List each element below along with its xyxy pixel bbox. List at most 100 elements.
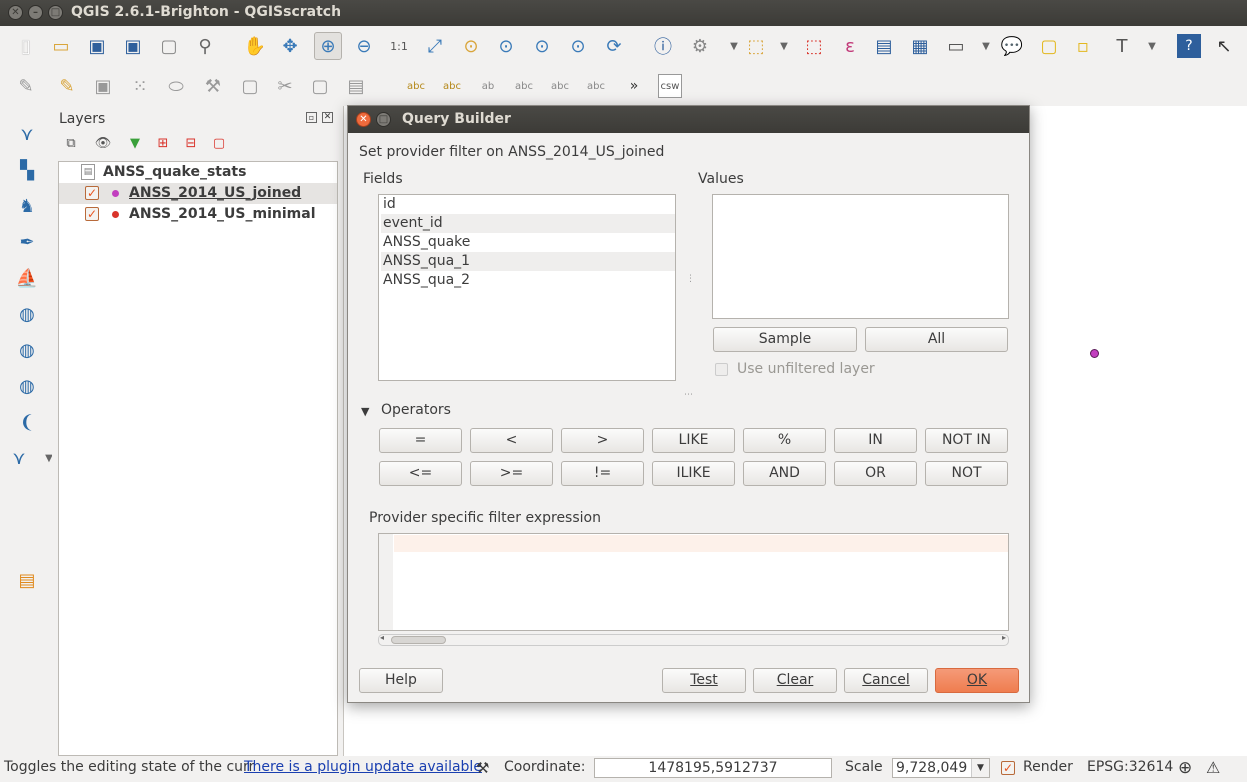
rotate-label-icon[interactable]: abc [584, 74, 608, 98]
field-item[interactable]: event_id [381, 214, 675, 233]
add-mssql-layer-icon[interactable]: ⛵ [14, 265, 40, 291]
expression-current-line[interactable] [394, 535, 1008, 552]
cancel-button[interactable]: Cancel [844, 668, 928, 693]
pan-to-selection-icon[interactable]: ✥ [278, 34, 302, 58]
add-vector-layer-icon[interactable]: ⋎ [14, 121, 40, 147]
expression-editor[interactable] [378, 533, 1009, 631]
label-icon[interactable]: abc [404, 74, 428, 98]
operator-or-button[interactable]: OR [834, 461, 917, 486]
text-annotation-icon[interactable]: T [1110, 34, 1134, 58]
new-bookmark-icon[interactable]: ▢ [1037, 34, 1061, 58]
crs-globe-icon[interactable]: ⊕ [1178, 758, 1192, 778]
move-label-icon[interactable]: abc [548, 74, 572, 98]
plugin-update-link[interactable]: There is a plugin update available [244, 759, 482, 775]
select-features-icon[interactable]: ⬚ [744, 34, 768, 58]
field-item[interactable]: ANSS_quake [381, 233, 675, 252]
select-dropdown-icon[interactable]: ▼ [772, 34, 796, 58]
operator-greater-equal-button[interactable]: >= [470, 461, 553, 486]
use-unfiltered-checkbox[interactable] [715, 363, 728, 376]
add-wms-layer-icon[interactable]: ◍ [14, 301, 40, 327]
scroll-left-icon[interactable]: ◂ [380, 633, 384, 642]
coordinate-toggle-icon[interactable]: ⚒ [476, 759, 489, 777]
collapse-triangle-icon[interactable]: ▼ [361, 405, 369, 418]
show-hide-labels-icon[interactable]: abc [512, 74, 536, 98]
layer-item[interactable]: ✓ ANSS_2014_US_joined [59, 183, 337, 204]
close-panel-icon[interactable]: ✕ [322, 112, 333, 123]
field-item[interactable]: ANSS_qua_1 [381, 252, 675, 271]
operator-less-equal-button[interactable]: <= [379, 461, 462, 486]
operator-greater-button[interactable]: > [561, 428, 644, 453]
layer-visibility-checkbox[interactable]: ✓ [85, 186, 99, 200]
field-item[interactable]: ANSS_qua_2 [381, 271, 675, 290]
highlight-pinned-labels-icon[interactable]: ab [476, 74, 500, 98]
action-icon[interactable]: ⚙ [688, 34, 712, 58]
csw-icon[interactable]: csw [658, 74, 682, 98]
messages-icon[interactable]: ⚠ [1206, 758, 1220, 777]
add-postgis-layer-icon[interactable]: ♞ [14, 193, 40, 219]
action-dropdown-icon[interactable]: ▼ [722, 34, 746, 58]
field-item[interactable]: id [381, 195, 675, 214]
all-button[interactable]: All [865, 327, 1008, 352]
close-window-icon[interactable]: ✕ [8, 5, 23, 20]
dialog-close-icon[interactable]: ✕ [356, 112, 371, 127]
toolbar-overflow-icon[interactable]: » [622, 74, 646, 98]
add-wfs-layer-icon[interactable]: ◍ [14, 373, 40, 399]
expand-all-icon[interactable]: ⧉ [62, 134, 80, 152]
edit-script-icon[interactable]: ▤ [14, 567, 40, 593]
operator-in-button[interactable]: IN [834, 428, 917, 453]
maximize-window-icon[interactable]: □ [48, 5, 63, 20]
operator-equals-button[interactable]: = [379, 428, 462, 453]
operator-less-button[interactable]: < [470, 428, 553, 453]
operator-not-button[interactable]: NOT [925, 461, 1008, 486]
new-shapefile-icon[interactable]: ⋎ [6, 445, 32, 471]
splitter-handle-horizontal[interactable]: ⋯ [684, 390, 693, 400]
current-edits-icon[interactable]: ✎ [55, 74, 79, 98]
pin-labels-icon[interactable]: abc [440, 74, 464, 98]
field-calculator-icon[interactable]: ε [838, 34, 862, 58]
splitter-handle[interactable]: ⋮ [686, 274, 695, 284]
new-print-composer-icon[interactable]: ▢ [157, 34, 181, 58]
add-delimited-text-icon[interactable]: ❨ [14, 409, 40, 435]
scroll-right-icon[interactable]: ▸ [1002, 633, 1006, 642]
values-list[interactable] [712, 194, 1009, 319]
operator-percent-button[interactable]: % [743, 428, 826, 453]
help-button[interactable]: Help [359, 668, 443, 693]
fields-list[interactable]: id event_id ANSS_quake ANSS_qua_1 ANSS_q… [378, 194, 676, 381]
chevron-down-icon[interactable]: ▼ [971, 759, 989, 777]
operator-like-button[interactable]: LIKE [652, 428, 735, 453]
render-checkbox[interactable]: ✓ [1001, 761, 1015, 775]
add-feature-icon[interactable]: ⁙ [128, 74, 152, 98]
zoom-actual-size-icon[interactable]: 1:1 [387, 34, 411, 58]
statistics-icon[interactable]: ▦ [908, 34, 932, 58]
cut-features-icon[interactable]: ✂ [273, 74, 297, 98]
identify-icon[interactable]: ⓘ [651, 34, 675, 58]
float-panel-icon[interactable]: ▫ [306, 112, 317, 123]
minimize-window-icon[interactable]: – [28, 5, 43, 20]
scale-combobox[interactable]: 9,728,049 ▼ [892, 758, 990, 778]
toggle-editing-icon[interactable]: ✎ [14, 74, 38, 98]
measure-dropdown-icon[interactable]: ▼ [974, 34, 998, 58]
new-project-icon[interactable]: ▯ [14, 34, 38, 58]
remove-layer-icon[interactable]: ▢ [210, 134, 228, 152]
filter-legend-icon[interactable]: ▼ [126, 134, 144, 152]
measure-icon[interactable]: ▭ [944, 34, 968, 58]
map-tips-icon[interactable]: 💬 [1000, 34, 1024, 58]
layers-tree[interactable]: ▤ ANSS_quake_stats ✓ ANSS_2014_US_joined… [58, 161, 338, 756]
expand-layers-icon[interactable]: ⊞ [154, 134, 172, 152]
operator-not-equal-button[interactable]: != [561, 461, 644, 486]
annotation-dropdown-icon[interactable]: ▼ [1140, 34, 1164, 58]
layer-visibility-checkbox[interactable]: ✓ [85, 207, 99, 221]
layer-item[interactable]: ✓ ANSS_2014_US_minimal [59, 204, 337, 225]
save-project-icon[interactable]: ▣ [85, 34, 109, 58]
operators-label[interactable]: Operators [381, 402, 451, 418]
crs-status[interactable]: EPSG:32614 [1087, 759, 1173, 775]
save-layer-edits-icon[interactable]: ▣ [91, 74, 115, 98]
ok-button[interactable]: OK [935, 668, 1019, 693]
pan-icon[interactable]: ✋ [243, 34, 267, 58]
layer-item[interactable]: ▤ ANSS_quake_stats [59, 162, 337, 183]
move-feature-icon[interactable]: ⬭ [164, 74, 188, 98]
operator-ilike-button[interactable]: ILIKE [652, 461, 735, 486]
zoom-to-layer-icon[interactable]: ⊙ [494, 34, 518, 58]
horizontal-scrollbar[interactable]: ◂ ▸ [378, 633, 1009, 646]
composer-manager-icon[interactable]: ⚲ [193, 34, 217, 58]
